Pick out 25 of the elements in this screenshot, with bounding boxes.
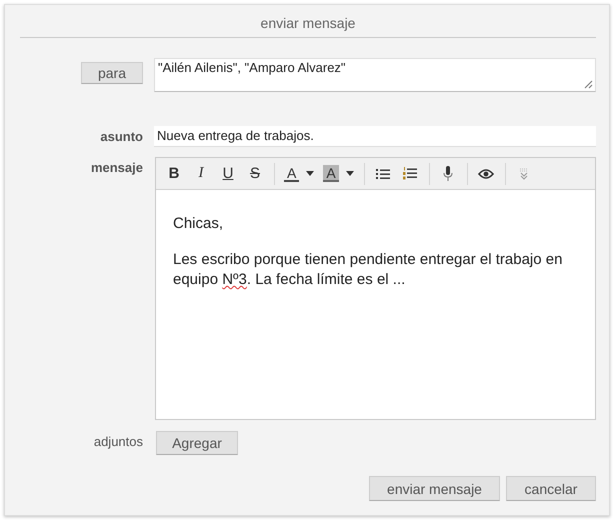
- dialog-title: enviar mensaje: [260, 14, 356, 33]
- add-attachment-button[interactable]: Agregar: [156, 431, 238, 455]
- recipients-field[interactable]: "Ailén Ailenis", "Amparo Alvarez": [154, 58, 596, 92]
- cancel-button[interactable]: cancelar: [506, 476, 596, 501]
- italic-button[interactable]: I: [189, 162, 213, 186]
- subject-label: asunto: [100, 129, 143, 144]
- message-label: mensaje: [90, 160, 143, 175]
- underline-button[interactable]: U: [216, 162, 240, 186]
- caret-icon[interactable]: [346, 171, 354, 176]
- font-color-button[interactable]: A: [281, 162, 318, 186]
- resize-handle-icon[interactable]: [584, 80, 593, 89]
- attachments-label: adjuntos: [94, 434, 143, 449]
- highlight-button[interactable]: A: [320, 162, 357, 186]
- eye-icon[interactable]: [478, 168, 494, 178]
- subject-field[interactable]: Nueva entrega de trabajos.: [154, 126, 596, 147]
- microphone-icon[interactable]: [442, 166, 453, 181]
- message-paragraph: Les escribo porque tienen pendiente entregar el trabajo en equipo Nº3. La fecha límite es el ...: [173, 250, 564, 290]
- caret-icon[interactable]: [306, 171, 314, 176]
- strike-button[interactable]: S: [243, 162, 267, 186]
- bulleted-list-icon[interactable]: [376, 168, 390, 180]
- bold-button[interactable]: B: [162, 162, 186, 186]
- numbered-list-icon[interactable]: [402, 167, 417, 180]
- message-paragraph: Chicas,: [173, 214, 224, 234]
- to-button[interactable]: para: [81, 62, 143, 84]
- send-button[interactable]: enviar mensaje: [369, 476, 500, 501]
